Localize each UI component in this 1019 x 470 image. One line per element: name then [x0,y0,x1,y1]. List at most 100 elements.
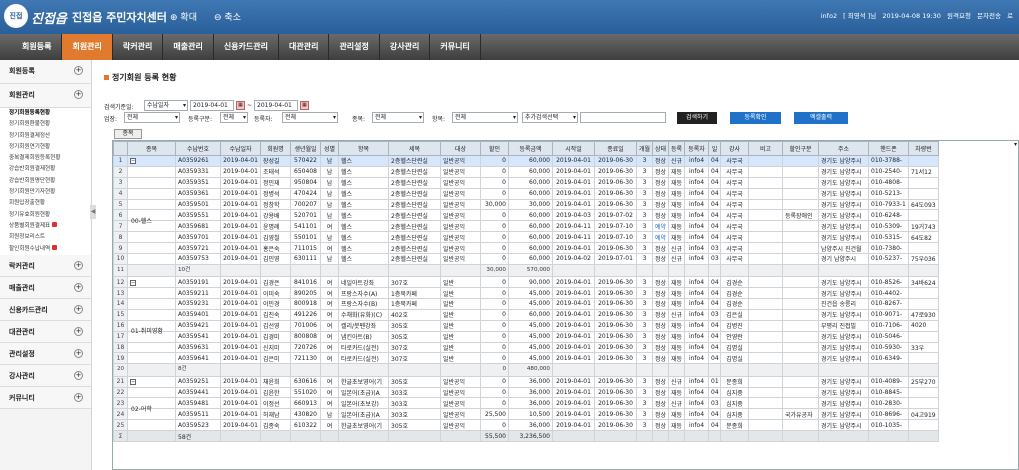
expand-icon[interactable]: + [74,90,83,99]
nav-item[interactable]: 강사관리 [380,34,431,60]
column-header[interactable]: 생년월일 [290,141,321,156]
zoom-in-button[interactable]: ⊕ 확대 [170,10,197,23]
expand-icon[interactable]: + [74,260,83,270]
column-header[interactable]: 차량번 [908,141,939,156]
sidebar-subitem[interactable]: 할인회원수납내역 [0,243,91,255]
sidebar-group[interactable]: 매출관리 + [0,276,91,299]
table-row[interactable]: 6 A0359551 2019-04-01 강용배 520701 남 헬스 2층헬스단련실 일반… [113,209,939,222]
column-header[interactable]: 개월 [636,141,653,156]
column-header[interactable]: 종목 [127,141,176,156]
sidebar-group[interactable]: 커뮤니티 + [0,386,91,409]
column-header[interactable]: 세목 [388,141,441,156]
nav-item[interactable]: 회원등록 [12,34,63,60]
sidebar-subitem[interactable]: 회원정보리스트 [0,232,91,244]
sidebar-subitem[interactable]: 정기회원결제정산 [0,130,91,142]
table-row[interactable]: 8 A0359701 2019-04-01 김영철 550101 남 헬스 2층헬스단련실 일반… [113,231,939,244]
nav-item[interactable]: 락커관리 [113,34,164,60]
table-row[interactable]: 17 A0359541 2019-04-01 김경미 800808 여 냅킨아트(B) 305… [113,330,939,343]
table-row[interactable]: 3 A0359351 2019-04-01 정민재 950804 남 헬스 2층헬스단련실 일반… [113,176,939,189]
column-header[interactable]: 강사 [720,141,749,156]
sidebar-subitem[interactable]: 정기회원연기현황 [0,141,91,154]
table-row[interactable]: 1−00-헬스 A0359261 2019-04-01 장성길 570422 남 헬스 2층헬… [113,155,939,225]
column-header[interactable]: 항목 [338,141,389,156]
table-row[interactable]: 2 A0359331 2019-04-01 조태석 650408 남 헬스 2층헬스단련실 일반… [113,165,939,178]
column-header[interactable] [113,141,128,156]
nav-item[interactable]: 매출관리 [163,34,214,60]
column-header[interactable]: 할인구분 [782,141,819,156]
search-button[interactable]: 검색하기 [677,112,717,124]
sidebar-group[interactable]: 대관관리 + [0,320,91,343]
table-row[interactable]: 10 A0359753 2019-04-01 김민영 630111 남 헬스 2층헬스단련실 일… [113,253,939,265]
sidebar-subitem[interactable]: 정기회원환불현황 [0,119,91,131]
expand-icon[interactable]: + [74,370,83,380]
excel-export-button[interactable]: 엑셀출력 [794,112,848,124]
column-header[interactable]: 등록 [668,141,685,156]
calendar-icon[interactable]: ▦ [300,101,309,110]
column-header[interactable]: 수납번호 [175,141,221,156]
register-confirm-button[interactable]: 등록확인 [730,112,781,124]
nav-item[interactable]: 대관관리 [279,34,330,60]
column-header[interactable]: 대상 [440,141,481,156]
sidebar-subitem[interactable]: 회원입장출현황 [0,198,91,210]
calendar-icon[interactable]: ▦ [236,101,245,110]
nav-item[interactable]: 회원관리 [62,34,113,60]
expand-icon[interactable]: + [74,348,83,358]
column-header[interactable]: 수납일자 [220,141,261,156]
nav-item[interactable]: 관리설정 [329,34,380,60]
subtotal-row[interactable]: 11 10건 30,000 570,000 [113,263,939,278]
table-row[interactable]: 5 A0359501 2019-04-01 정창학 700207 남 헬스 2층헬스단련실 일반… [113,198,939,211]
sidebar-subitem[interactable]: 정기회원등록현황 [0,108,91,120]
column-header[interactable]: 시작일 [552,141,595,156]
table-row[interactable]: 13 A0359211 2019-04-01 이미숙 890205 여 프랑스자수(A) 1층… [113,287,939,299]
table-row[interactable]: 19 A0359641 2019-04-01 김은미 721130 여 타로카드(실전) 30… [113,352,939,365]
sidebar-subitem[interactable]: 중복결제회원등록현황 [0,153,91,165]
collapse-icon[interactable]: − [130,158,136,165]
send-sms-link[interactable]: 문자전송 [977,12,1001,20]
zoom-out-button[interactable]: ⊖ 축소 [214,10,241,23]
total-row[interactable]: Σ 58건 55,500 3,236,500 [113,430,939,442]
logout-link[interactable]: 로 [1007,12,1013,20]
table-row[interactable]: 21−02-어학 A0359251 2019-04-01 채윤희 630616 여 한글초보… [113,375,939,413]
table-row[interactable]: 23 A0359481 2019-04-01 이정선 660913 여 일본어(초보강) 30… [113,397,939,410]
expand-icon[interactable]: + [74,326,83,336]
nav-item[interactable]: 신용카드관리 [214,34,279,60]
sidebar-group[interactable]: 신용카드관리 + [0,298,91,321]
type-select[interactable]: 전체 [372,112,424,123]
expand-icon[interactable]: + [74,66,83,75]
sidebar-subitem[interactable]: 정기회원만기자현황 [0,187,91,199]
sidebar-subitem[interactable]: 강습반회원결제현황 [0,164,91,176]
extra-search-select[interactable]: 추가검색선택 [522,112,578,123]
table-row[interactable]: 7 A0359681 2019-04-01 윤명례 541101 여 헬스 2층헬스단련실 일반… [113,220,939,233]
sidebar-subitem[interactable]: 정기유효회원현황 [0,209,91,221]
sidebar-subitem[interactable]: 상품별회원결제표 [0,220,91,233]
table-row[interactable]: 18 A0359631 2019-04-01 신지미 720726 여 타로카드(실전) 30… [113,341,939,354]
collapse-icon[interactable]: − [130,379,136,386]
expand-icon[interactable]: + [74,392,83,402]
reg-user-select[interactable]: 전체 [282,112,338,123]
date-to-input[interactable]: 2019-04-01 [254,100,298,111]
reg-type-select[interactable]: 전체 [220,112,248,123]
expand-icon[interactable]: + [74,282,83,292]
remote-request-link[interactable]: 원격요청 [947,12,971,20]
date-from-input[interactable]: 2019-04-01 [190,100,234,111]
column-header[interactable]: 일 [708,141,721,156]
column-header[interactable]: 종료일 [594,141,637,156]
sidebar-group[interactable]: 강사관리 + [0,364,91,387]
column-header[interactable]: 주소 [818,141,869,156]
nav-item[interactable]: 커뮤니티 [430,34,481,60]
column-header[interactable]: 등록자 [684,141,709,156]
column-header[interactable]: 할인 [480,141,509,156]
group-by-button[interactable]: 종목 [114,129,142,139]
table-row[interactable]: 4 A0359361 2019-04-01 정병석 470424 남 헬스 2층헬스단련실 일반… [113,187,939,200]
expand-icon[interactable]: + [74,304,83,314]
table-row[interactable]: 25 A0359523 2019-04-01 김종숙 610322 여 한글초보영어(기 30… [113,419,939,432]
period-type-select[interactable]: 수납일자 [144,100,188,111]
table-row[interactable]: 9 A0359721 2019-04-01 홍은숙 711015 여 헬스 2층헬스단련실 일반… [113,242,939,255]
table-row[interactable]: 15 A0359401 2019-04-01 김진숙 491226 여 수채화(유화)(C)… [113,308,939,321]
table-row[interactable]: 12−01-취미영황 A0359191 2019-04-01 김경은 841016 여 네일… [113,276,939,335]
sidebar-group[interactable]: 회원관리 + [0,84,91,108]
item-select[interactable]: 전체 [452,112,518,123]
table-row[interactable]: 16 A0359421 2019-04-01 김선영 701006 여 캘리/붓펜강좌 305… [113,319,939,332]
table-row[interactable]: 14 A0359231 2019-04-01 이민경 800918 여 프랑스자수(B) 1층… [113,297,939,310]
collapse-icon[interactable]: − [130,279,136,286]
